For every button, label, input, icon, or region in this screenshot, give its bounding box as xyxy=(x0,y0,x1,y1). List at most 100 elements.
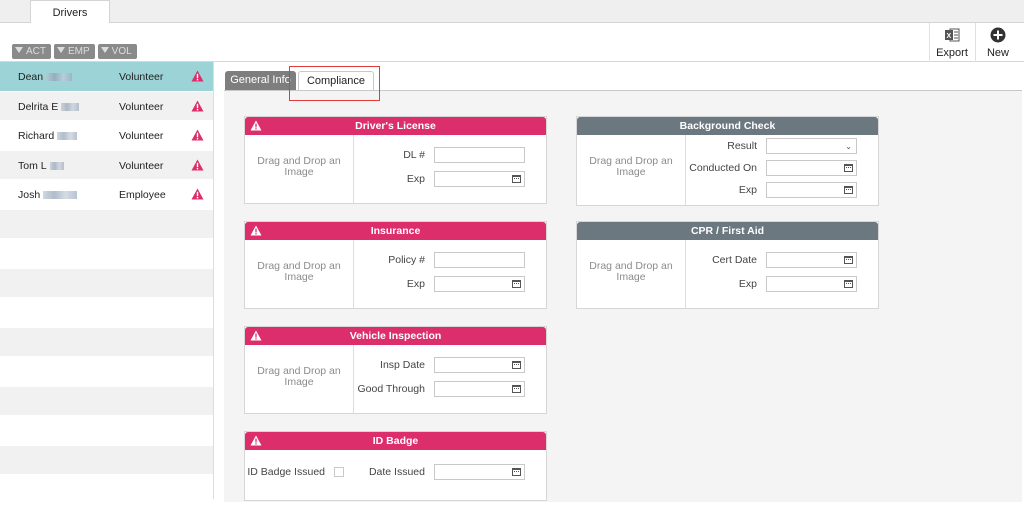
new-button[interactable]: New xyxy=(975,23,1020,62)
warning-icon xyxy=(191,70,204,82)
empty-row xyxy=(0,445,213,475)
background-check-card: Background Check Drag and Drop an Image … xyxy=(576,116,879,206)
insurance-exp-label: Exp xyxy=(406,278,425,290)
warning-icon xyxy=(250,225,262,236)
policy-number-label: Policy # xyxy=(388,254,425,266)
cert-date-label: Cert Date xyxy=(712,254,757,266)
redacted-surname xyxy=(46,73,73,81)
insp-date-input[interactable] xyxy=(434,357,525,373)
cpr-exp-label: Exp xyxy=(738,278,757,290)
good-through-date-input[interactable] xyxy=(434,381,525,397)
card-body: ID Badge Issued Date Issued xyxy=(245,450,546,500)
list-item[interactable]: Josh Employee xyxy=(0,180,213,210)
list-item[interactable]: Tom L Volunteer xyxy=(0,150,213,180)
empty-row xyxy=(0,327,213,357)
detail-panel: General Info Compliance Driver's License… xyxy=(214,62,1024,502)
card-header: Driver's License xyxy=(245,117,546,135)
driver-type: Volunteer xyxy=(119,100,164,113)
conducted-on-label: Conducted On xyxy=(689,162,757,174)
date-issued-label: Date Issued xyxy=(368,466,425,478)
driver-type: Volunteer xyxy=(119,130,164,142)
drivers-license-card: Driver's License Drag and Drop an Image … xyxy=(244,116,547,204)
funnel-icon xyxy=(15,47,23,53)
conducted-on-date-input[interactable] xyxy=(766,160,857,176)
export-button[interactable]: X Export xyxy=(929,23,974,62)
driver-name: Josh xyxy=(18,189,78,201)
cpr-first-aid-card: CPR / First Aid Drag and Drop an Image C… xyxy=(576,221,879,309)
warning-icon xyxy=(250,435,262,446)
cpr-exp-date-input[interactable] xyxy=(766,276,857,292)
calendar-icon[interactable] xyxy=(512,361,521,369)
redacted-surname xyxy=(43,191,78,199)
id-badge-issued-label: ID Badge Issued xyxy=(247,466,325,478)
cert-date-input[interactable] xyxy=(766,252,857,268)
driver-type: Volunteer xyxy=(119,159,164,172)
warning-icon xyxy=(250,120,262,131)
card-title: Insurance xyxy=(370,225,421,237)
result-select[interactable]: ⌄ xyxy=(766,138,857,154)
list-item[interactable]: Delrita E Volunteer xyxy=(0,91,213,121)
driver-name: Tom L xyxy=(18,160,64,172)
dl-number-input[interactable] xyxy=(434,147,525,163)
calendar-icon[interactable] xyxy=(844,280,853,288)
top-tab-bar: Drivers xyxy=(0,0,1024,24)
image-drop-zone[interactable]: Drag and Drop an Image xyxy=(577,135,686,205)
calendar-icon[interactable] xyxy=(844,164,853,172)
driver-name: Dean xyxy=(18,71,73,83)
card-header: Vehicle Inspection xyxy=(245,327,546,345)
filter-chip-act[interactable]: ACT xyxy=(12,44,51,59)
image-drop-zone[interactable]: Drag and Drop an Image xyxy=(245,240,354,308)
toolbar: X Export New xyxy=(0,23,1024,62)
insp-date-label: Insp Date xyxy=(380,359,425,371)
image-drop-zone[interactable]: Drag and Drop an Image xyxy=(245,135,354,203)
warning-icon xyxy=(191,129,204,141)
calendar-icon[interactable] xyxy=(844,186,853,194)
calendar-icon[interactable] xyxy=(512,468,521,476)
annotation-highlight-box xyxy=(289,66,380,101)
card-header: Background Check xyxy=(577,117,878,135)
export-label: Export xyxy=(936,47,968,59)
image-drop-zone[interactable]: Drag and Drop an Image xyxy=(577,240,686,308)
card-header: Insurance xyxy=(245,222,546,240)
id-badge-card: ID Badge ID Badge Issued Date Issued xyxy=(244,431,547,501)
vehicle-inspection-card: Vehicle Inspection Drag and Drop an Imag… xyxy=(244,326,547,414)
card-body: Drag and Drop an Image Result ⌄ Conducte… xyxy=(577,135,878,205)
empty-row xyxy=(0,386,213,416)
insurance-exp-date-input[interactable] xyxy=(434,276,525,292)
chevron-down-icon: ⌄ xyxy=(845,142,852,151)
calendar-icon[interactable] xyxy=(512,175,521,183)
image-drop-zone[interactable]: Drag and Drop an Image xyxy=(245,345,354,413)
background-exp-label: Exp xyxy=(738,184,757,196)
driver-list: Dean Volunteer Delrita E Volunteer Richa… xyxy=(0,62,214,505)
card-title: CPR / First Aid xyxy=(690,225,765,237)
result-label: Result xyxy=(727,140,757,152)
driver-type: Volunteer xyxy=(119,71,164,83)
calendar-icon[interactable] xyxy=(512,280,521,288)
funnel-icon xyxy=(57,47,65,53)
filter-chip-vol[interactable]: VOL xyxy=(97,44,137,59)
tab-general-info[interactable]: General Info xyxy=(225,71,296,90)
card-header: CPR / First Aid xyxy=(577,222,878,240)
date-issued-input[interactable] xyxy=(434,464,525,480)
card-body: Drag and Drop an Image Policy # Exp xyxy=(245,240,546,308)
list-item[interactable]: Richard Volunteer xyxy=(0,121,213,151)
filter-chip-emp[interactable]: EMP xyxy=(54,44,95,59)
license-exp-date-input[interactable] xyxy=(434,171,525,187)
excel-icon: X xyxy=(945,28,960,42)
empty-row xyxy=(0,239,213,269)
driver-name: Richard xyxy=(18,130,78,142)
driver-name: Delrita E xyxy=(18,101,80,113)
warning-icon xyxy=(191,188,204,200)
policy-number-input[interactable] xyxy=(434,252,525,268)
funnel-icon xyxy=(100,47,109,53)
svg-text:X: X xyxy=(947,33,952,40)
tab-drivers[interactable]: Drivers xyxy=(30,0,110,24)
background-exp-date-input[interactable] xyxy=(766,182,857,198)
calendar-icon[interactable] xyxy=(512,385,521,393)
empty-row xyxy=(0,357,213,387)
empty-row xyxy=(0,298,213,328)
list-item[interactable]: Dean Volunteer xyxy=(0,62,213,92)
redacted-surname xyxy=(61,102,80,111)
calendar-icon[interactable] xyxy=(844,256,853,264)
id-badge-issued-checkbox[interactable] xyxy=(334,467,344,477)
